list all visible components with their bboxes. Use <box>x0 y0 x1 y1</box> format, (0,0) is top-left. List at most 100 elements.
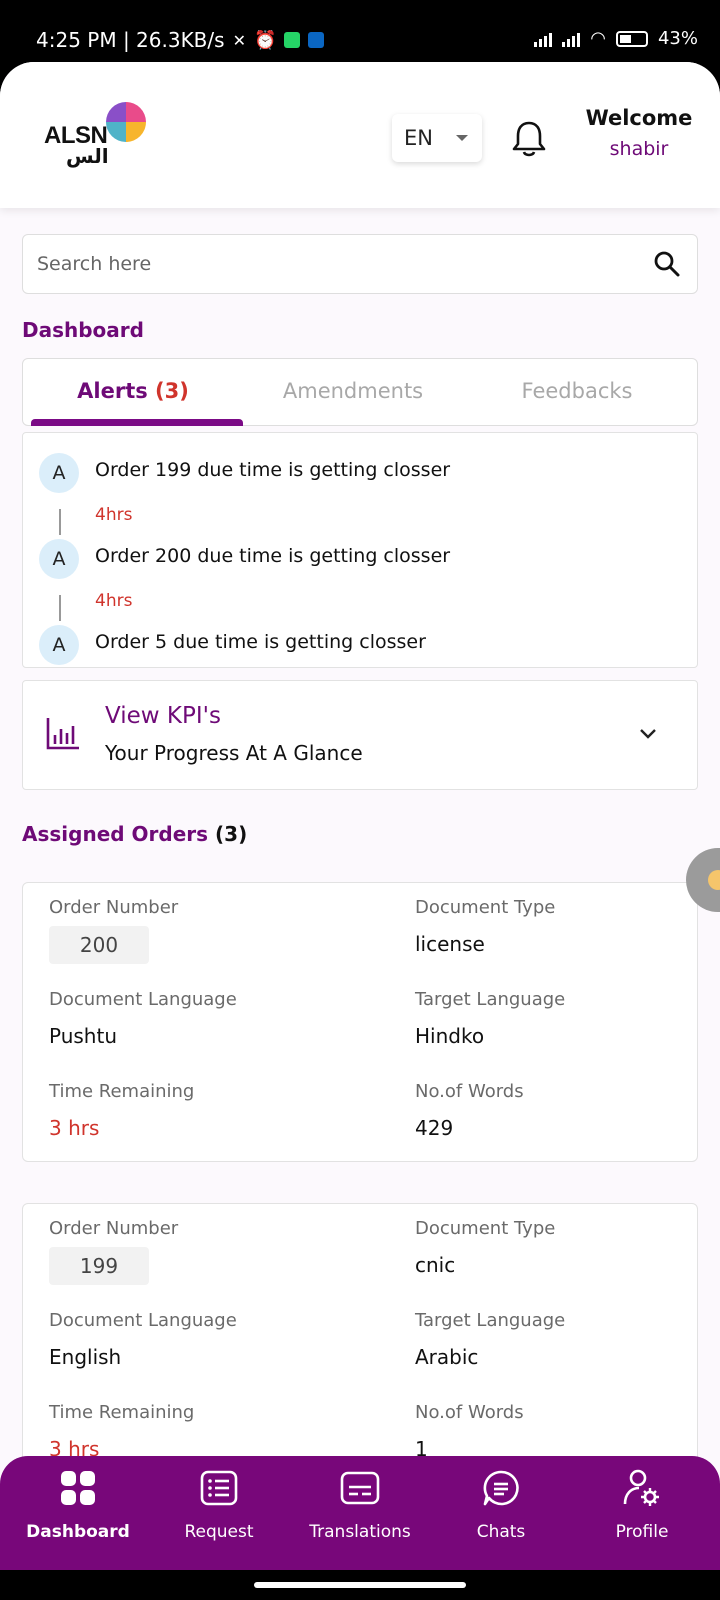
order-number-value: 199 <box>49 1247 149 1285</box>
document-type-field: Document Type cnic <box>415 1218 715 1277</box>
wifi-icon: ◠ <box>590 28 606 49</box>
list-icon <box>200 1470 238 1506</box>
alert-text: Order 200 due time is getting closser <box>95 545 451 567</box>
document-language-label: Document Language <box>49 1310 237 1331</box>
tab-feedbacks[interactable]: Feedbacks <box>467 379 687 403</box>
time-remaining-value: 3 hrs <box>49 1116 100 1140</box>
tab-feedbacks-label: Feedbacks <box>521 379 633 403</box>
search-icon[interactable] <box>653 250 681 278</box>
order-number-label: Order Number <box>49 897 179 918</box>
signal-icon <box>534 31 553 47</box>
bar-chart-icon <box>46 718 79 750</box>
time-remaining-label: Time Remaining <box>49 1081 195 1102</box>
order-card[interactable]: Order Number 200 Document Type license D… <box>22 882 698 1162</box>
welcome-title: Welcome <box>585 106 693 130</box>
dashboard-title: Dashboard <box>22 318 144 342</box>
document-type-field: Document Type license <box>415 897 715 956</box>
app-screen: ALSN الس EN Welcome shabir Dashboard Ale… <box>0 62 720 1600</box>
battery-percent: 43% <box>657 28 698 49</box>
status-left: 4:25 PM | 26.3KB/s ✕ ⏰ <box>36 28 325 52</box>
logo-text-arabic: الس <box>66 144 109 168</box>
kpi-title: View KPI's <box>105 703 221 729</box>
linkedin-icon <box>308 32 325 48</box>
subtitles-icon <box>340 1471 380 1505</box>
words-label: No.of Words <box>415 1081 524 1102</box>
tab-amendments[interactable]: Amendments <box>243 379 463 403</box>
status-right: ◠ 43% <box>534 28 698 49</box>
alarm-icon: ⏰ <box>253 29 277 51</box>
alert-time: 4hrs <box>95 591 133 611</box>
alert-text: Order 5 due time is getting closser <box>95 631 426 653</box>
chat-icon <box>483 1470 519 1506</box>
dashboard-tabs: Alerts (3) Amendments Feedbacks <box>22 358 698 426</box>
tab-alerts[interactable]: Alerts (3) <box>23 379 243 403</box>
logo-emblem <box>106 102 146 142</box>
document-type-label: Document Type <box>415 1218 556 1239</box>
alert-time: 4hrs <box>95 505 133 525</box>
assigned-orders-label: Assigned Orders <box>22 822 209 846</box>
nav-label: Chats <box>476 1522 526 1542</box>
order-number-label: Order Number <box>49 1218 179 1239</box>
document-language-field: Document Language English <box>49 1310 349 1369</box>
words-field: No.of Words 1 <box>415 1402 715 1461</box>
gesture-bar <box>0 1570 720 1600</box>
words-field: No.of Words 429 <box>415 1081 715 1140</box>
document-language-value: Pushtu <box>49 1024 117 1048</box>
nav-profile[interactable]: Profile <box>572 1468 712 1542</box>
nav-label: Translations <box>309 1522 411 1542</box>
user-settings-icon <box>623 1469 659 1506</box>
timeline-connector <box>59 595 61 621</box>
nav-label: Dashboard <box>26 1522 130 1542</box>
app-header: ALSN الس EN Welcome shabir <box>0 62 720 208</box>
active-tab-indicator <box>31 419 243 426</box>
time-remaining-field: Time Remaining 3 hrs <box>49 1081 349 1140</box>
nav-chats[interactable]: Chats <box>431 1468 571 1542</box>
notification-bell-icon[interactable] <box>510 117 548 159</box>
language-selector[interactable]: EN <box>392 114 482 162</box>
kpi-subtitle: Your Progress At A Glance <box>105 741 363 765</box>
assigned-orders-count: (3) <box>215 822 248 846</box>
grid-icon <box>61 1471 95 1505</box>
search-input[interactable] <box>37 235 637 293</box>
target-language-field: Target Language Arabic <box>415 1310 715 1369</box>
dropdown-caret-icon <box>456 135 468 141</box>
timeline-connector <box>59 509 61 535</box>
target-language-label: Target Language <box>415 1310 566 1331</box>
battery-icon <box>615 30 648 47</box>
tab-alerts-label: Alerts <box>77 379 148 403</box>
time-remaining-label: Time Remaining <box>49 1402 195 1423</box>
document-language-field: Document Language Pushtu <box>49 989 349 1048</box>
document-language-value: English <box>49 1345 122 1369</box>
avatar: A <box>39 539 79 579</box>
nav-label: Request <box>184 1522 254 1542</box>
target-language-label: Target Language <box>415 989 566 1010</box>
status-time: 4:25 PM | 26.3KB/s <box>36 28 225 52</box>
order-number-field: Order Number 199 <box>49 1218 349 1285</box>
alert-text: Order 199 due time is getting closser <box>95 459 451 481</box>
search-bar <box>22 234 698 294</box>
target-language-value: Hindko <box>415 1024 485 1048</box>
whatsapp-icon <box>284 32 301 48</box>
order-number-value: 200 <box>49 926 149 964</box>
nav-translations[interactable]: Translations <box>290 1468 430 1542</box>
words-value: 429 <box>415 1116 454 1140</box>
nav-dashboard[interactable]: Dashboard <box>8 1468 148 1542</box>
document-type-value: cnic <box>415 1253 456 1277</box>
bottom-navigation: Dashboard Request Translations Chats Pro… <box>0 1456 720 1570</box>
status-bar: 4:25 PM | 26.3KB/s ✕ ⏰ ◠ 43% <box>0 0 720 62</box>
signal-icon-2 <box>562 31 581 47</box>
document-type-label: Document Type <box>415 897 556 918</box>
order-number-field: Order Number 200 <box>49 897 349 964</box>
kpi-card[interactable]: View KPI's Your Progress At A Glance <box>22 680 698 790</box>
app-logo: ALSN الس <box>44 102 148 172</box>
assigned-orders-title: Assigned Orders (3) <box>22 822 247 846</box>
nav-request[interactable]: Request <box>149 1468 289 1542</box>
chevron-down-icon[interactable] <box>639 725 657 743</box>
document-type-value: license <box>415 932 485 956</box>
time-remaining-field: Time Remaining 3 hrs <box>49 1402 349 1461</box>
order-card[interactable]: Order Number 199 Document Type cnic Docu… <box>22 1203 698 1483</box>
tab-amendments-label: Amendments <box>282 379 424 403</box>
words-label: No.of Words <box>415 1402 524 1423</box>
target-language-value: Arabic <box>415 1345 479 1369</box>
alerts-list: A Order 199 due time is getting closser … <box>22 432 698 668</box>
